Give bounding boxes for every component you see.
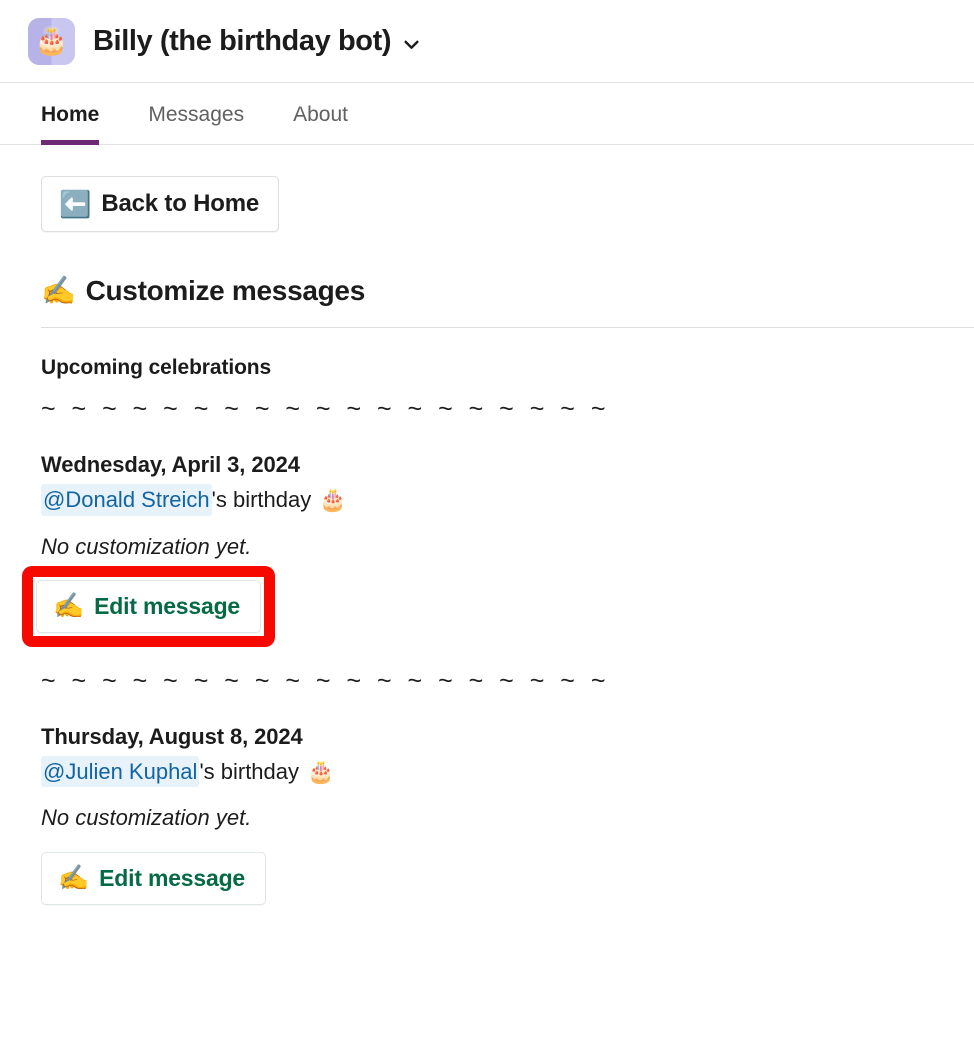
celebration-person: @Julien Kuphal 's birthday 🎂 [41, 755, 974, 788]
section-heading: ✍️ Customize messages [41, 275, 974, 307]
edit-message-label: Edit message [99, 865, 246, 892]
celebration-date: Wednesday, April 3, 2024 [41, 452, 300, 477]
edit-message-button[interactable]: ✍️ Edit message [41, 852, 267, 906]
app-header: 🎂 Billy (the birthday bot) [0, 0, 974, 83]
birthday-cake-icon: 🎂 [307, 758, 335, 784]
customization-status: No customization yet. [41, 805, 252, 831]
tab-home-label: Home [41, 103, 100, 126]
page-title: Billy (the birthday bot) [93, 24, 392, 57]
writing-hand-icon: ✍️ [53, 591, 85, 620]
edit-message-highlight: ✍️ Edit message [22, 565, 276, 647]
edit-message-label: Edit message [94, 592, 241, 619]
celebration-date: Thursday, August 8, 2024 [41, 723, 303, 749]
celebration-person: @Donald Streich 's birthday 🎂 [41, 484, 974, 516]
home-tab-content: ⬅️ Back to Home ✍️ Customize messages Up… [0, 145, 974, 906]
celebration-suffix: 's birthday [199, 758, 300, 784]
celebration-item: Thursday, August 8, 2024 @Julien Kuphal … [41, 724, 974, 906]
user-mention[interactable]: @Donald Streich [41, 484, 212, 516]
birthday-cake-icon: 🎂 [319, 486, 347, 512]
chevron-down-icon[interactable] [403, 36, 420, 53]
celebration-suffix: 's birthday [211, 487, 312, 512]
tab-bar: Home Messages About [0, 83, 974, 145]
left-arrow-icon: ⬅️ [59, 189, 92, 219]
back-to-home-label: Back to Home [101, 190, 260, 217]
writing-hand-icon: ✍️ [58, 864, 90, 893]
tab-home[interactable]: Home [41, 83, 100, 145]
tab-about-label: About [293, 103, 348, 126]
tab-messages[interactable]: Messages [148, 83, 244, 144]
user-mention[interactable]: @Julien Kuphal [41, 755, 200, 788]
tab-about[interactable]: About [293, 83, 348, 144]
section-heading-label: Customize messages [85, 275, 366, 306]
birthday-cake-bot-avatar-icon: 🎂 [34, 25, 69, 56]
customization-status: No customization yet. [41, 533, 252, 559]
edit-message-button[interactable]: ✍️ Edit message [36, 579, 262, 633]
writing-hand-icon: ✍️ [41, 275, 76, 306]
tab-messages-label: Messages [148, 103, 245, 126]
app-avatar: 🎂 [28, 17, 75, 65]
celebration-item: Wednesday, April 3, 2024 @Donald Streich… [22, 452, 974, 647]
section-divider [41, 327, 974, 328]
tilde-divider-2: ~ ~ ~ ~ ~ ~ ~ ~ ~ ~ ~ ~ ~ ~ ~ ~ ~ ~ ~ [41, 666, 610, 695]
back-to-home-button[interactable]: ⬅️ Back to Home [41, 176, 280, 232]
tilde-divider-1: ~ ~ ~ ~ ~ ~ ~ ~ ~ ~ ~ ~ ~ ~ ~ ~ ~ ~ ~ [41, 395, 610, 423]
app-title-dropdown[interactable]: Billy (the birthday bot) [75, 25, 420, 58]
upcoming-celebrations-heading: Upcoming celebrations [41, 356, 272, 379]
